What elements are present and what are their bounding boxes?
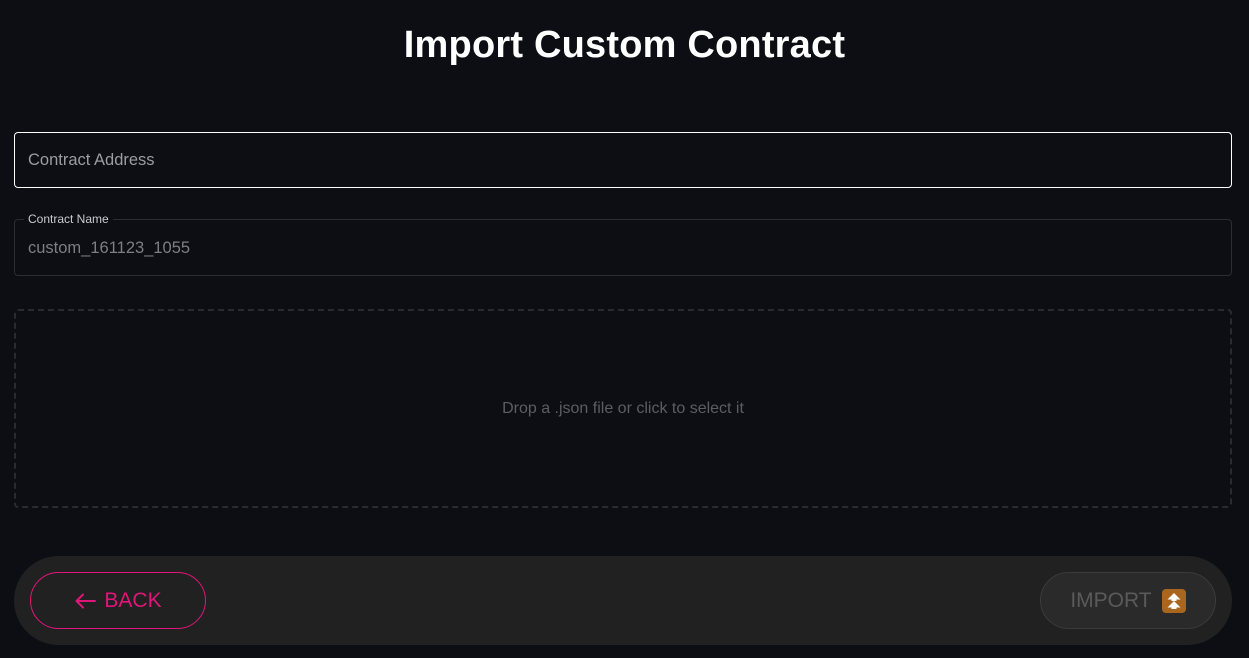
import-button-label: IMPORT — [1070, 588, 1152, 612]
contract-name-label: Contract Name — [28, 212, 109, 226]
action-bar: BACK IMPORT — [14, 556, 1232, 645]
contract-name-field: Contract Name — [14, 211, 1232, 276]
double-up-arrow-icon — [1161, 588, 1186, 613]
back-button[interactable]: BACK — [30, 572, 206, 629]
arrow-left-icon — [74, 593, 97, 609]
json-file-dropzone[interactable]: Drop a .json file or click to select it — [14, 309, 1232, 508]
import-contract-page: Import Custom Contract Contract Name Dro… — [0, 0, 1249, 658]
contract-address-input[interactable] — [14, 132, 1232, 188]
dropzone-text: Drop a .json file or click to select it — [502, 399, 744, 417]
back-button-label: BACK — [104, 588, 162, 612]
contract-name-input[interactable] — [28, 237, 1218, 259]
page-title: Import Custom Contract — [403, 24, 846, 66]
import-button[interactable]: IMPORT — [1040, 572, 1216, 629]
